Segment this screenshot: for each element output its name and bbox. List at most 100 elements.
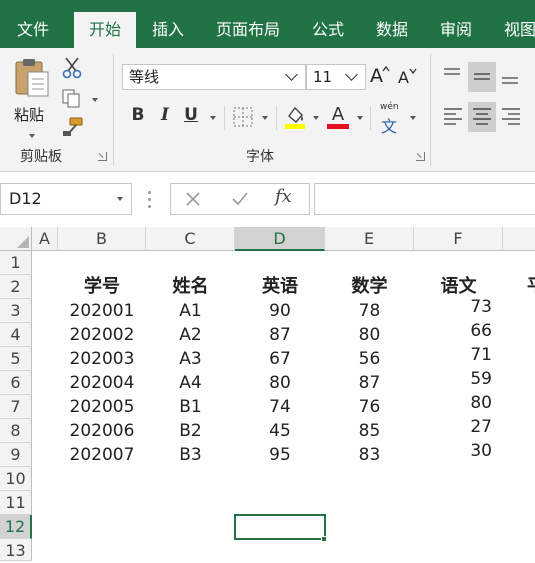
table-cell[interactable]: 202007 (58, 443, 146, 467)
table-cell[interactable]: 56 (325, 347, 414, 371)
column-header-f[interactable]: F (414, 227, 503, 251)
borders-icon[interactable] (232, 106, 254, 128)
align-left-icon[interactable] (442, 106, 464, 128)
tab-review[interactable]: 审阅 (428, 0, 484, 48)
row-header[interactable]: 9 (0, 443, 32, 467)
row-header[interactable]: 8 (0, 419, 32, 443)
font-dialog-launcher-icon[interactable] (416, 152, 425, 161)
phonetic-guide-button[interactable]: wén 文 (378, 102, 404, 136)
tab-view[interactable]: 视图 (492, 0, 535, 48)
paste-button[interactable]: 粘贴 (10, 56, 54, 142)
table-cell[interactable]: B2 (146, 419, 235, 443)
tab-formulas[interactable]: 公式 (300, 0, 356, 48)
tab-page-layout[interactable]: 页面布局 (204, 0, 292, 48)
table-cell[interactable]: 80 (235, 371, 325, 395)
formula-input[interactable] (314, 183, 535, 215)
align-middle-button[interactable] (468, 62, 496, 92)
cut-icon[interactable] (60, 56, 84, 80)
table-cell[interactable]: 95 (235, 443, 325, 467)
column-header-e[interactable]: E (325, 227, 414, 251)
row-header[interactable]: 10 (0, 467, 32, 491)
name-box[interactable]: D12 (0, 183, 132, 215)
table-cell[interactable]: 71 (414, 343, 492, 367)
table-cell[interactable]: 73 (414, 295, 492, 319)
row-header[interactable]: 3 (0, 299, 32, 323)
table-header-cell[interactable]: 姓名 (146, 275, 235, 299)
fill-color-icon[interactable] (284, 104, 306, 130)
row-header[interactable]: 6 (0, 371, 32, 395)
font-color-button[interactable]: A (326, 102, 350, 130)
table-cell[interactable]: A2 (146, 323, 235, 347)
font-name-select[interactable]: 等线 (122, 64, 306, 90)
align-right-icon[interactable] (500, 106, 522, 128)
bold-button[interactable]: B (130, 105, 146, 125)
formula-bar-grip-icon[interactable] (148, 189, 151, 209)
align-bottom-icon[interactable] (500, 66, 520, 86)
copy-icon[interactable] (60, 88, 84, 110)
font-size-select[interactable]: 11 (306, 64, 366, 90)
chevron-down-icon[interactable] (210, 116, 216, 120)
table-cell[interactable]: 87 (325, 371, 414, 395)
shrink-font-button[interactable]: A (398, 68, 417, 87)
row-header[interactable]: 4 (0, 323, 32, 347)
table-cell[interactable]: 202003 (58, 347, 146, 371)
table-cell[interactable]: A1 (146, 299, 235, 323)
column-header-b[interactable]: B (58, 227, 146, 251)
table-header-cell-overflow[interactable]: 平 (527, 275, 535, 299)
cancel-icon[interactable] (185, 191, 201, 207)
column-header-a[interactable]: A (32, 227, 58, 251)
format-painter-icon[interactable] (60, 116, 86, 138)
tab-home[interactable]: 开始 (74, 12, 136, 48)
table-cell[interactable]: B3 (146, 443, 235, 467)
table-cell[interactable]: 202005 (58, 395, 146, 419)
chevron-down-icon[interactable] (410, 116, 416, 120)
table-cell[interactable]: 66 (414, 319, 492, 343)
underline-button[interactable]: U (183, 105, 199, 125)
row-header[interactable]: 13 (0, 539, 32, 561)
table-header-cell[interactable]: 数学 (325, 275, 414, 299)
select-all-corner[interactable] (0, 227, 32, 251)
table-header-cell[interactable]: 学号 (58, 275, 146, 299)
table-cell[interactable]: 67 (235, 347, 325, 371)
table-cell[interactable]: B1 (146, 395, 235, 419)
tab-data[interactable]: 数据 (364, 0, 420, 48)
table-cell[interactable]: 202004 (58, 371, 146, 395)
italic-button[interactable]: I (158, 105, 172, 125)
tab-file[interactable]: 文件 (0, 0, 66, 48)
table-cell[interactable]: 74 (235, 395, 325, 419)
table-cell[interactable]: 76 (325, 395, 414, 419)
row-header[interactable]: 5 (0, 347, 32, 371)
table-cell[interactable]: 27 (414, 415, 492, 439)
chevron-down-icon[interactable] (313, 116, 319, 120)
table-cell[interactable]: 83 (325, 443, 414, 467)
chevron-down-icon[interactable] (262, 116, 268, 120)
column-header-c[interactable]: C (146, 227, 235, 251)
table-cell[interactable]: 59 (414, 367, 492, 391)
active-cell-selection[interactable] (234, 514, 326, 540)
insert-function-button[interactable]: fx (275, 186, 292, 207)
row-header[interactable]: 2 (0, 275, 32, 299)
table-cell[interactable]: 202001 (58, 299, 146, 323)
table-cell[interactable]: A4 (146, 371, 235, 395)
table-cell[interactable]: 45 (235, 419, 325, 443)
table-cell[interactable]: 80 (325, 323, 414, 347)
table-cell[interactable]: A3 (146, 347, 235, 371)
table-cell[interactable]: 78 (325, 299, 414, 323)
align-top-icon[interactable] (442, 66, 462, 86)
row-header[interactable]: 1 (0, 251, 32, 275)
enter-check-icon[interactable] (231, 191, 249, 207)
table-cell[interactable]: 30 (414, 439, 492, 463)
column-header-d[interactable]: D (235, 227, 325, 251)
table-cell[interactable]: 90 (235, 299, 325, 323)
clipboard-dialog-launcher-icon[interactable] (98, 152, 107, 161)
table-cell[interactable]: 80 (414, 391, 492, 415)
row-header[interactable]: 11 (0, 491, 32, 515)
table-cell[interactable]: 202002 (58, 323, 146, 347)
table-cell[interactable]: 87 (235, 323, 325, 347)
table-header-cell[interactable]: 英语 (235, 275, 325, 299)
table-cell[interactable]: 202006 (58, 419, 146, 443)
chevron-down-icon[interactable] (357, 116, 363, 120)
table-cell[interactable]: 85 (325, 419, 414, 443)
row-header[interactable]: 7 (0, 395, 32, 419)
align-center-button[interactable] (468, 102, 496, 132)
